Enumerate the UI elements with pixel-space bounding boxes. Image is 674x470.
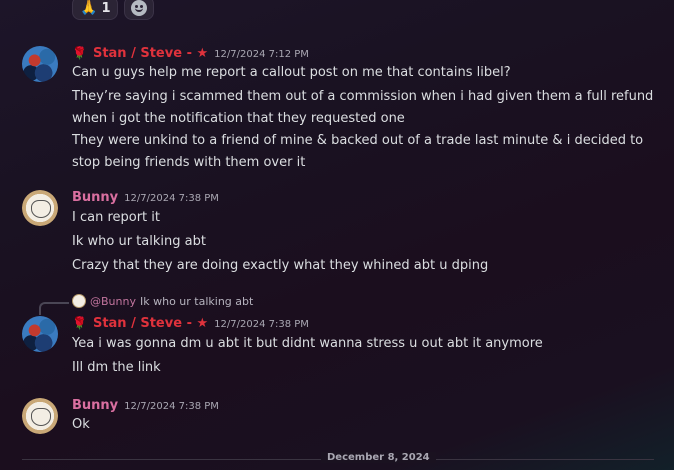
message-text: They’re saying i scammed them out of a c…: [72, 89, 654, 126]
avatar[interactable]: [22, 46, 58, 82]
message-text: Ik who ur talking abt: [72, 234, 206, 249]
reaction-count: 1: [101, 0, 111, 16]
message-header: 🌹 Stan / Steve - ★ 12/7/2024 7:12 PM: [72, 46, 309, 61]
avatar[interactable]: [22, 190, 58, 226]
message-header: Bunny 12/7/2024 7:38 PM: [72, 190, 219, 205]
avatar[interactable]: [22, 398, 58, 434]
author-name[interactable]: Bunny: [72, 398, 118, 413]
pray-emoji-icon: 🙏: [80, 0, 98, 16]
message-text: I can report it: [72, 210, 160, 225]
pray-reaction[interactable]: 🙏 1: [72, 0, 119, 20]
author-name[interactable]: Stan / Steve - ★: [93, 316, 208, 331]
message-text: Ill dm the link: [72, 360, 161, 375]
message-header: 🌹 Stan / Steve - ★ 12/7/2024 7:38 PM: [72, 316, 309, 331]
add-reaction-icon: [131, 0, 148, 16]
message-text: Crazy that they are doing exactly what t…: [72, 258, 489, 273]
message-text: They were unkind to a friend of mine & b…: [72, 133, 644, 170]
add-reaction-button[interactable]: [124, 0, 155, 20]
message-text: Yea i was gonna dm u abt it but didnt wa…: [72, 336, 543, 351]
reply-mention[interactable]: @Bunny: [90, 295, 136, 308]
author-name[interactable]: Bunny: [72, 190, 118, 205]
date-divider-label: December 8, 2024: [321, 452, 436, 463]
avatar[interactable]: [22, 316, 58, 352]
timestamp: 12/7/2024 7:38 PM: [124, 193, 219, 204]
timestamp: 12/7/2024 7:38 PM: [214, 319, 309, 330]
reply-text: Ik who ur talking abt: [139, 294, 254, 308]
reply-connector: [39, 302, 69, 315]
message-header: Bunny 12/7/2024 7:38 PM: [72, 398, 219, 413]
rose-icon: 🌹: [72, 46, 87, 60]
reply-avatar: [72, 294, 86, 308]
timestamp: 12/7/2024 7:12 PM: [214, 49, 309, 60]
message-text: Ok: [72, 417, 90, 432]
message-text: Can u guys help me report a callout post…: [72, 65, 511, 80]
reaction-bar: 🙏 1: [72, 0, 155, 20]
author-name[interactable]: Stan / Steve - ★: [93, 46, 208, 61]
timestamp: 12/7/2024 7:38 PM: [124, 401, 219, 412]
reply-preview[interactable]: @Bunny Ik who ur talking abt: [72, 294, 253, 308]
rose-icon: 🌹: [72, 316, 87, 330]
